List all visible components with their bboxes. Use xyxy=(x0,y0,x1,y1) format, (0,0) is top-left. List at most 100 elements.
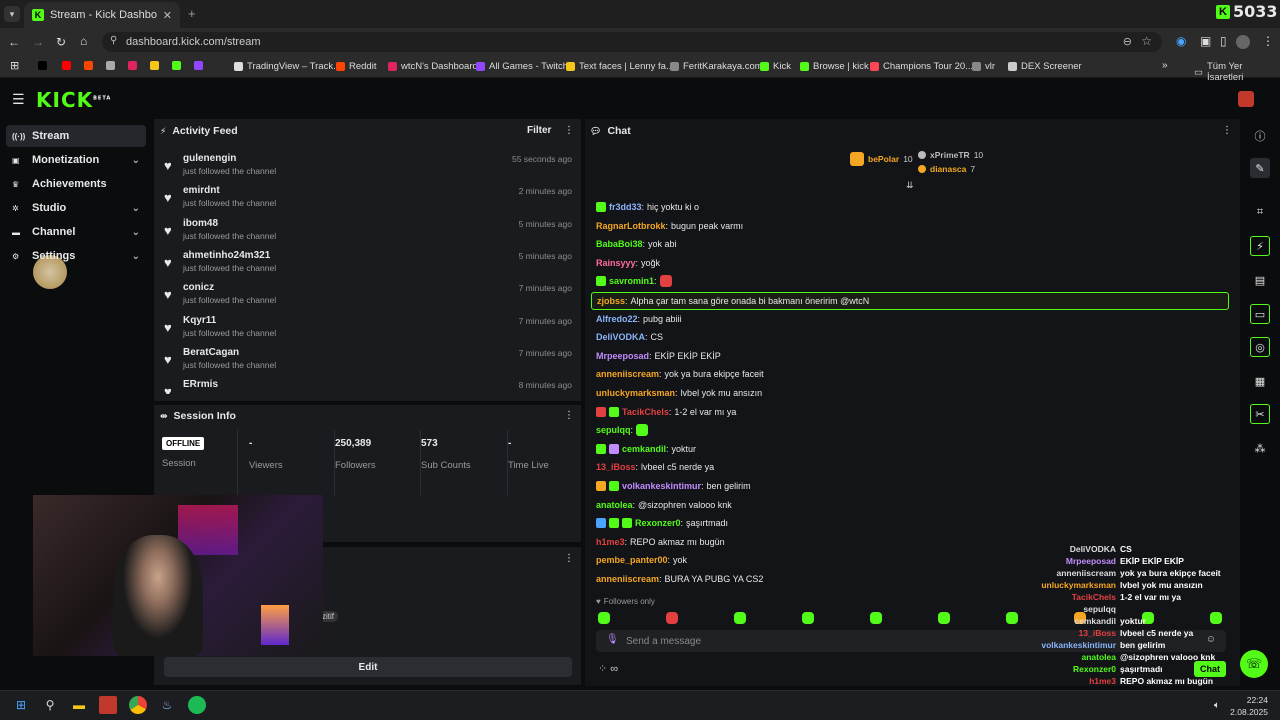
bookmark-9[interactable]: Reddit xyxy=(336,61,376,72)
sidebar-item-channel[interactable]: ▬ Channel ⌄ xyxy=(6,221,146,243)
chat-username[interactable]: pembe_panter00 xyxy=(596,555,668,565)
chat-message[interactable]: h1me3: REPO akmaz mı bugün xyxy=(596,534,725,550)
chat-message[interactable]: volkankeskintimur: ben gelirim xyxy=(596,478,751,494)
bookmark-11[interactable]: All Games - Twitch xyxy=(476,61,568,72)
bookmark-star-icon[interactable]: ☆ xyxy=(1141,34,1152,48)
zoom-icon[interactable]: ⊖ xyxy=(1123,35,1132,48)
emote-icon[interactable] xyxy=(734,612,746,624)
chat-username[interactable]: sepulqq xyxy=(596,425,631,435)
profile-avatar-icon[interactable] xyxy=(1236,35,1250,49)
url-bar[interactable]: ⚲ dashboard.kick.com/stream ⊖ ☆ xyxy=(102,32,1162,52)
forward-icon[interactable]: → xyxy=(32,35,44,49)
chat-float-button[interactable]: Chat xyxy=(1194,661,1226,677)
chat-username[interactable]: unluckymarksman xyxy=(596,388,675,398)
boost-icon[interactable]: ⚡ xyxy=(1250,236,1270,256)
bookmark-12[interactable]: Text faces | Lenny fa... xyxy=(566,61,674,72)
clip-icon[interactable]: ⌗ xyxy=(1250,202,1270,222)
top-gifter[interactable]: dianasca 7 xyxy=(918,164,975,174)
chat-message[interactable]: fr3dd33: hiç yoktu ki o xyxy=(596,199,699,215)
chat-message[interactable]: BabaBoi38: yok abi xyxy=(596,236,677,252)
edit-pencil-icon[interactable]: ✎ xyxy=(1250,158,1270,178)
site-info-icon[interactable]: ⚲ xyxy=(110,35,117,46)
volume-icon[interactable]: 🔈︎ xyxy=(1208,696,1226,714)
top-gifter[interactable]: bePolar 10 xyxy=(850,152,913,166)
apps-grid-icon[interactable]: ⊞ xyxy=(10,59,19,72)
emote-icon[interactable] xyxy=(1006,612,1018,624)
chat-username[interactable]: savromin1 xyxy=(609,276,654,286)
info-icon[interactable]: ⓘ xyxy=(1250,126,1270,146)
chat-username[interactable]: Rexonzer0 xyxy=(635,518,681,528)
chat-message[interactable]: Alfredo22: pubg abiii xyxy=(596,311,682,327)
bookmark-17[interactable]: vlr xyxy=(972,61,995,72)
pinned-chevron-icon[interactable]: ⇊ xyxy=(906,180,914,191)
activity-row[interactable]: ♥ ibom48 just followed the channel 5 minute… xyxy=(164,217,574,247)
activity-row[interactable]: ♥ gulenengin just followed the channel 55 s… xyxy=(164,152,574,182)
reload-icon[interactable]: ↻ xyxy=(56,35,66,49)
chat-message[interactable]: Rexonzer0: şaşırtmadı xyxy=(596,515,728,531)
mic-icon[interactable]: 🎙︎ xyxy=(606,634,619,645)
bookmark-10[interactable]: wtcN's Dashboard xyxy=(388,61,478,72)
bookmark-4[interactable] xyxy=(128,61,137,70)
chrome-icon[interactable] xyxy=(129,696,147,714)
chat-message[interactable]: anneniiscream: BURA YA PUBG YA CS2 xyxy=(596,571,763,587)
chat-username[interactable]: BabaBoi38 xyxy=(596,239,643,249)
activity-row[interactable]: ♥ BeratCagan just followed the channel 7 mi… xyxy=(164,346,574,376)
browser-tab-kick[interactable]: K Stream - Kick Dashboard ✕ xyxy=(24,2,180,28)
share-icon[interactable]: ⁂ xyxy=(1250,438,1270,458)
bookmark-3[interactable] xyxy=(106,61,115,70)
bookmark-14[interactable]: Kick xyxy=(760,61,791,72)
third-panel-menu-icon[interactable]: ⋮ xyxy=(564,553,574,564)
chat-message[interactable]: 13_iBoss: lvbeel c5 nerde ya xyxy=(596,459,714,475)
activity-menu-icon[interactable]: ⋮ xyxy=(564,125,574,136)
emote-icon[interactable] xyxy=(802,612,814,624)
filter-button[interactable]: Filter xyxy=(527,125,551,136)
chat-username[interactable]: fr3dd33 xyxy=(609,202,642,212)
broadcast-icon[interactable]: ◎ xyxy=(1250,337,1270,357)
emote-icon[interactable] xyxy=(666,612,678,624)
bookmark-2[interactable] xyxy=(84,61,93,70)
chat-message[interactable]: pembe_panter00: yok xyxy=(596,552,687,568)
tab-menu-button[interactable]: ▾ xyxy=(4,6,20,22)
chat-username[interactable]: RagnarLotbrokk xyxy=(596,221,666,231)
user-avatar-icon[interactable] xyxy=(1238,91,1254,107)
extensions-puzzle-icon[interactable]: ▣ xyxy=(1200,34,1211,48)
support-icon[interactable]: ☏ xyxy=(1240,650,1268,678)
bookmark-16[interactable]: Champions Tour 20... xyxy=(870,61,973,72)
chat-message[interactable]: DeliVODKA: CS xyxy=(596,329,663,345)
chat-username[interactable]: TacikChels xyxy=(622,407,669,417)
bookmark-5[interactable] xyxy=(150,61,159,70)
chevron-down-icon[interactable]: ⌄ xyxy=(132,203,140,214)
chat-username[interactable]: h1me3 xyxy=(596,537,625,547)
edit-button[interactable]: Edit xyxy=(164,657,572,677)
activity-row[interactable]: ♥ conicz just followed the channel 7 minute… xyxy=(164,281,574,311)
chat-username[interactable]: anneniiscream xyxy=(596,574,659,584)
follower-name[interactable]: gulenengin xyxy=(183,153,236,164)
sidebar-item-settings[interactable]: ⚙ Settings ⌄ xyxy=(6,245,146,267)
chat-message[interactable]: anatolea: @sizophren valooo knk xyxy=(596,497,732,513)
activity-row[interactable]: ♥ emirdnt just followed the channel 2 minut… xyxy=(164,184,574,214)
sidebar-item-achievements[interactable]: ♛ Achievements xyxy=(6,173,146,195)
chat-settings-icon[interactable]: ⁘ ∞ xyxy=(598,662,618,675)
bookmark-1[interactable] xyxy=(62,61,71,70)
chat-username[interactable]: anneniiscream xyxy=(596,369,659,379)
sidebar-item-monetization[interactable]: ▣ Monetization ⌄ xyxy=(6,149,146,171)
notes-icon[interactable]: ▤ xyxy=(1250,270,1270,290)
chevron-down-icon[interactable]: ⌄ xyxy=(132,227,140,238)
activity-row[interactable]: ♥ ahmetinho24m321 just followed the channe… xyxy=(164,249,574,279)
bookmark-6[interactable] xyxy=(172,61,181,70)
file-explorer-icon[interactable]: ▬ xyxy=(70,696,88,714)
chat-message[interactable]: TacikChels:1-2 el var mı ya xyxy=(596,404,736,420)
chevron-down-icon[interactable]: ⌄ xyxy=(132,251,140,262)
emoji-icon[interactable]: ☺ xyxy=(1206,634,1216,645)
sidebar-item-studio[interactable]: ✲ Studio ⌄ xyxy=(6,197,146,219)
chevron-down-icon[interactable]: ⌄ xyxy=(132,155,140,166)
follower-name[interactable]: conicz xyxy=(183,282,214,293)
chat-message[interactable]: Mrpeeposad: EKİP EKİP EKİP xyxy=(596,348,721,364)
chat-username[interactable]: zjobss xyxy=(597,296,625,306)
kick-logo[interactable]: KICKBETA xyxy=(36,88,111,112)
chat-message[interactable]: cemkandil: yoktur xyxy=(596,441,696,457)
bookmark-0[interactable] xyxy=(38,61,47,70)
hamburger-menu-icon[interactable]: ☰ xyxy=(12,91,25,108)
chat-username[interactable]: Alfredo22 xyxy=(596,314,638,324)
spotify-icon[interactable] xyxy=(188,696,206,714)
